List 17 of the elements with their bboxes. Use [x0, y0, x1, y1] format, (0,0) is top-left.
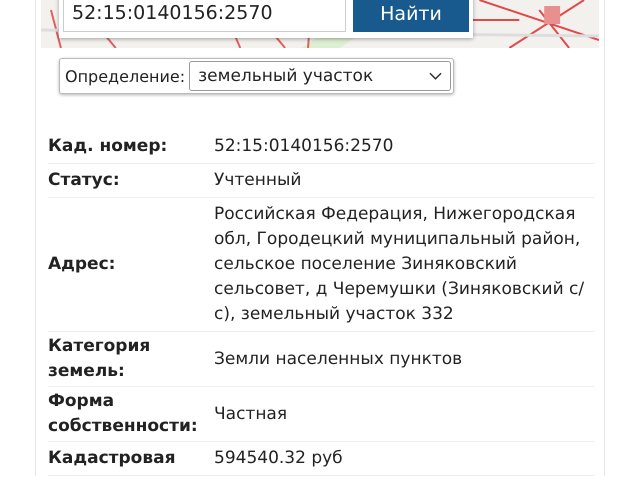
field-label: Статус: [48, 169, 121, 192]
search-field[interactable]: 52:15:0140156:2570 [63, 0, 346, 32]
field-value: 594540.32 руб [213, 447, 344, 470]
chevron-icon [429, 72, 442, 80]
search-button[interactable]: Найти [353, 0, 469, 32]
field-value: Земли населенных пунктов [213, 348, 464, 370]
field-value: 52:15:0140156:2570 [213, 135, 394, 158]
field-label: Кадастровая [48, 447, 176, 470]
field-value: Учтенный [213, 169, 302, 192]
field-label: Кад. номер: [48, 135, 168, 158]
definition-label: Определение: [65, 66, 186, 86]
field-label: Категория земель: [48, 335, 152, 383]
field-label: Форма собственности: [48, 390, 199, 438]
field-value: Российская Федерация, Нижегородская обл, Городецкий муниципальный район, сельское поселение Зиняковский сельсовет, д Черемушки (Зиняковский с/с), земельный участок 332 [213, 203, 586, 326]
field-label: Адрес: [48, 253, 116, 276]
field-value: Частная [213, 402, 288, 426]
definition-select[interactable]: земельный участок [189, 61, 452, 91]
